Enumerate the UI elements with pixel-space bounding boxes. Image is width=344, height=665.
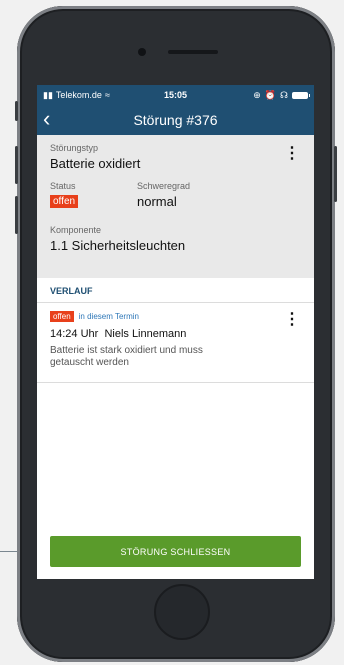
component-value: 1.1 Sicherheitsleuchten [50,238,186,253]
entry-author: Niels Linnemann [104,328,187,340]
type-value: Batterie oxidiert [50,156,141,171]
incident-detail-card: ⋮ Störungstyp Batterie oxidiert Status o… [37,135,314,278]
status-badge: offen [50,195,79,208]
status-severity-row: Status offen Schweregrad normal [50,181,301,209]
history-entry: ⋮ offen in diesem Termin 14:24 Uhr Niels… [37,303,314,383]
severity-value: normal [137,194,177,209]
status-label: Status [50,181,76,191]
page-title: Störung #376 [133,112,218,128]
volume-down-button [15,196,18,234]
app-screen: ▮▮ Telekom.de ≈ 15:05 ⊕ ⏰ ☊ ‹ Störung #3… [37,85,314,579]
battery-icon [292,91,310,99]
volume-up-button [15,146,18,184]
earpiece-speaker [168,50,218,54]
history-heading: VERLAUF [37,278,314,303]
front-camera [138,48,146,56]
home-button[interactable] [154,584,210,640]
entry-time-author: 14:24 Uhr Niels Linnemann [50,328,301,340]
severity-label: Schweregrad [137,181,191,191]
component-label: Komponente [50,225,102,235]
nav-bar: ‹ Störung #376 [37,105,314,135]
entry-text: Batterie ist stark oxidiert und muss get… [50,345,203,368]
power-button [334,146,337,202]
entry-status-badge: offen [50,311,74,322]
type-label: Störungstyp [50,143,99,153]
component-block: Komponente 1.1 Sicherheitsleuchten [50,225,301,253]
entry-meta-line: offen in diesem Termin [50,311,301,322]
back-chevron-icon[interactable]: ‹ [43,107,50,131]
severity-column: Schweregrad normal [137,181,190,209]
status-time: 15:05 [163,90,188,100]
detail-more-icon[interactable]: ⋮ [284,146,300,162]
entry-time: 14:24 Uhr [50,328,99,340]
mute-switch [15,101,18,121]
status-column: Status offen [50,181,137,209]
status-bar: ▮▮ Telekom.de ≈ 15:05 ⊕ ⏰ ☊ [37,85,314,105]
entry-more-icon[interactable]: ⋮ [284,312,300,328]
close-incident-button[interactable]: STÖRUNG SCHLIESSEN [50,536,301,567]
entry-context-link[interactable]: in diesem Termin [79,312,139,321]
